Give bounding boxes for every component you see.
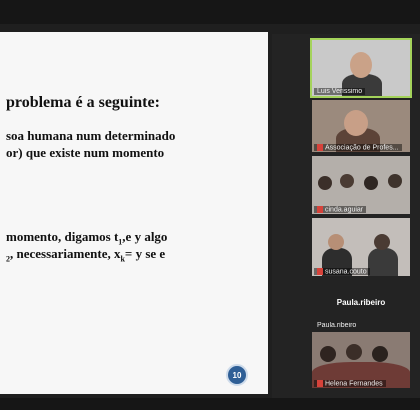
participant-video: [372, 346, 388, 362]
participant-name: Helena Fernandes: [314, 379, 386, 387]
participant-video: [388, 174, 402, 188]
mic-muted-icon: [317, 267, 323, 275]
participant-tile[interactable]: Helena Fernandes: [312, 332, 410, 388]
participant-name: susana.couto: [314, 267, 370, 275]
slide-heading: problema é a seguinte:: [6, 94, 160, 111]
participant-name: cinda.aguiar: [314, 205, 367, 213]
participant-video: [318, 176, 332, 190]
participant-name-placeholder: Paula.ribeiro: [336, 298, 386, 307]
participant-video: [368, 248, 398, 276]
participant-tile[interactable]: cinda.aguiar: [312, 156, 410, 214]
participant-tile[interactable]: susana.couto: [312, 218, 410, 276]
participant-face: [344, 110, 368, 136]
participant-face: [328, 234, 344, 250]
participant-video: [364, 176, 378, 190]
participant-name: Paula.ribeiro: [317, 322, 357, 329]
slide-text-line: or) que existe num momento: [6, 145, 165, 160]
participant-tile[interactable]: Paula.ribeiro Paula.ribeiro: [312, 280, 410, 330]
participant-tile[interactable]: Luis Verissimo: [310, 38, 412, 98]
participant-face: [374, 234, 390, 250]
top-bar: [0, 0, 420, 24]
participant-gallery: Luis Verissimo Associação de Profes... c…: [272, 34, 420, 398]
page-number-badge: 10: [226, 364, 248, 386]
mic-muted-icon: [317, 205, 323, 213]
participant-video: [320, 346, 336, 362]
participant-name: Luis Verissimo: [314, 88, 366, 95]
participant-tile[interactable]: Associação de Profes...: [312, 100, 410, 152]
mic-muted-icon: [317, 379, 323, 387]
shared-screen-slide: problema é a seguinte: soa humana num de…: [0, 32, 268, 394]
participant-video: [346, 344, 362, 360]
mic-muted-icon: [317, 143, 323, 151]
participant-video: [340, 174, 354, 188]
slide-text-line: 2, necessariamente, xk= y se e: [6, 246, 166, 264]
slide-text-line: momento, digamos t1,e y algo: [6, 229, 168, 247]
participant-name: Associação de Profes...: [314, 143, 402, 151]
bottom-bar: [0, 398, 420, 410]
slide-text-line: soa humana num determinado: [6, 128, 176, 143]
participant-face: [350, 52, 372, 78]
